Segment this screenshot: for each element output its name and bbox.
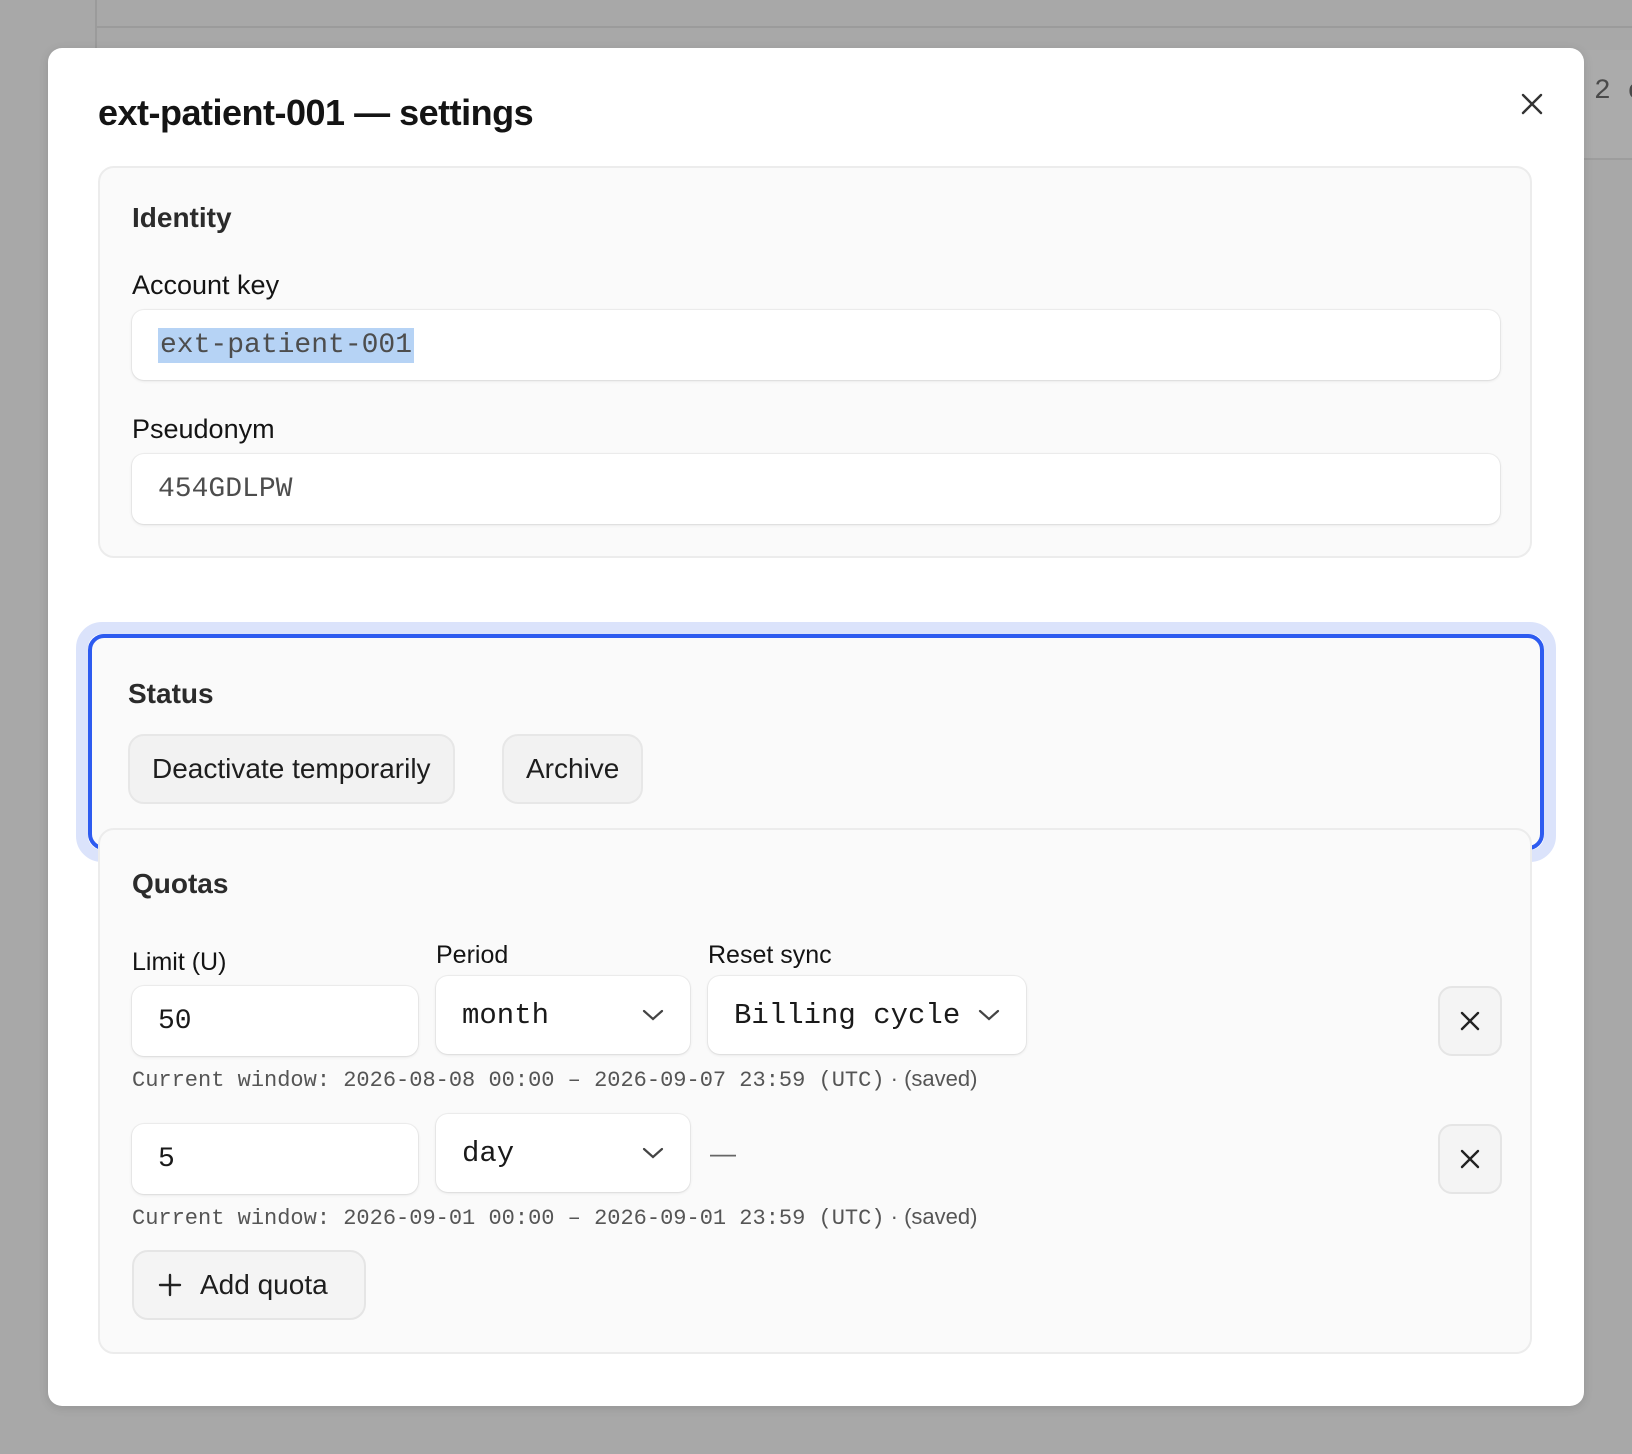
- quota-saved-text: · (saved): [890, 1204, 978, 1229]
- deactivate-temporarily-button[interactable]: Deactivate temporarily: [128, 734, 455, 804]
- pseudonym-value: 454GDLPW: [158, 473, 293, 505]
- account-key-value: ext-patient-001: [158, 327, 415, 363]
- quota-limit-value: 50: [158, 1005, 192, 1037]
- background-divider: [95, 0, 97, 50]
- quota-reset-sync-empty: —: [710, 1138, 736, 1168]
- pseudonym-field[interactable]: 454GDLPW: [132, 454, 1500, 524]
- identity-section: Identity Account key ext-patient-001 Pse…: [98, 166, 1532, 558]
- modal-title: ext-patient-001 — settings: [98, 92, 534, 133]
- reset-sync-label: Reset sync: [708, 941, 832, 969]
- pseudonym-label: Pseudonym: [132, 414, 275, 444]
- quota-period-select[interactable]: month: [436, 976, 690, 1054]
- quota-window-info: Current window: 2026-08-08 00:00 – 2026-…: [132, 1066, 977, 1093]
- close-button[interactable]: [1510, 82, 1554, 126]
- status-section-focus-ring: Status Deactivate temporarily Archive: [76, 622, 1556, 862]
- limit-label: Limit (U): [132, 948, 227, 976]
- settings-modal: ext-patient-001 — settings Identity Acco…: [48, 48, 1584, 1406]
- account-key-field[interactable]: ext-patient-001: [132, 310, 1500, 380]
- chevron-down-icon: [642, 1147, 664, 1159]
- quota-window-info: Current window: 2026-09-01 00:00 – 2026-…: [132, 1204, 977, 1231]
- quota-reset-sync-value: Billing cycle: [734, 998, 961, 1032]
- close-icon: [1460, 1011, 1480, 1031]
- background-divider: [95, 26, 1632, 28]
- quota-limit-input[interactable]: 50: [132, 986, 418, 1056]
- quota-limit-value: 5: [158, 1143, 175, 1175]
- remove-quota-button[interactable]: [1438, 1124, 1502, 1194]
- status-section: Status Deactivate temporarily Archive: [88, 634, 1544, 850]
- background-card-text: 2 c: [1594, 76, 1632, 107]
- quotas-section: Quotas Limit (U) Period Reset sync 50 mo…: [98, 828, 1532, 1354]
- add-quota-button[interactable]: Add quota: [132, 1250, 366, 1320]
- quota-reset-sync-select[interactable]: Billing cycle: [708, 976, 1026, 1054]
- quota-saved-text: · (saved): [890, 1066, 978, 1091]
- quotas-title: Quotas: [132, 868, 229, 899]
- quota-limit-input[interactable]: 5: [132, 1124, 418, 1194]
- close-icon: [1460, 1149, 1480, 1169]
- archive-button[interactable]: Archive: [502, 734, 644, 804]
- chevron-down-icon: [642, 1009, 664, 1021]
- close-icon: [1521, 93, 1543, 115]
- chevron-down-icon: [978, 1009, 1000, 1021]
- plus-icon: [158, 1273, 182, 1297]
- quota-period-value: day: [462, 1136, 515, 1170]
- quota-period-select[interactable]: day: [436, 1114, 690, 1192]
- status-title: Status: [128, 678, 214, 709]
- identity-title: Identity: [132, 202, 232, 233]
- add-quota-label: Add quota: [200, 1269, 328, 1300]
- remove-quota-button[interactable]: [1438, 986, 1502, 1056]
- quota-period-value: month: [462, 998, 550, 1032]
- period-label: Period: [436, 941, 509, 969]
- account-key-label: Account key: [132, 270, 280, 300]
- quota-window-text: Current window: 2026-08-08 00:00 – 2026-…: [132, 1068, 885, 1093]
- quota-window-text: Current window: 2026-09-01 00:00 – 2026-…: [132, 1206, 885, 1231]
